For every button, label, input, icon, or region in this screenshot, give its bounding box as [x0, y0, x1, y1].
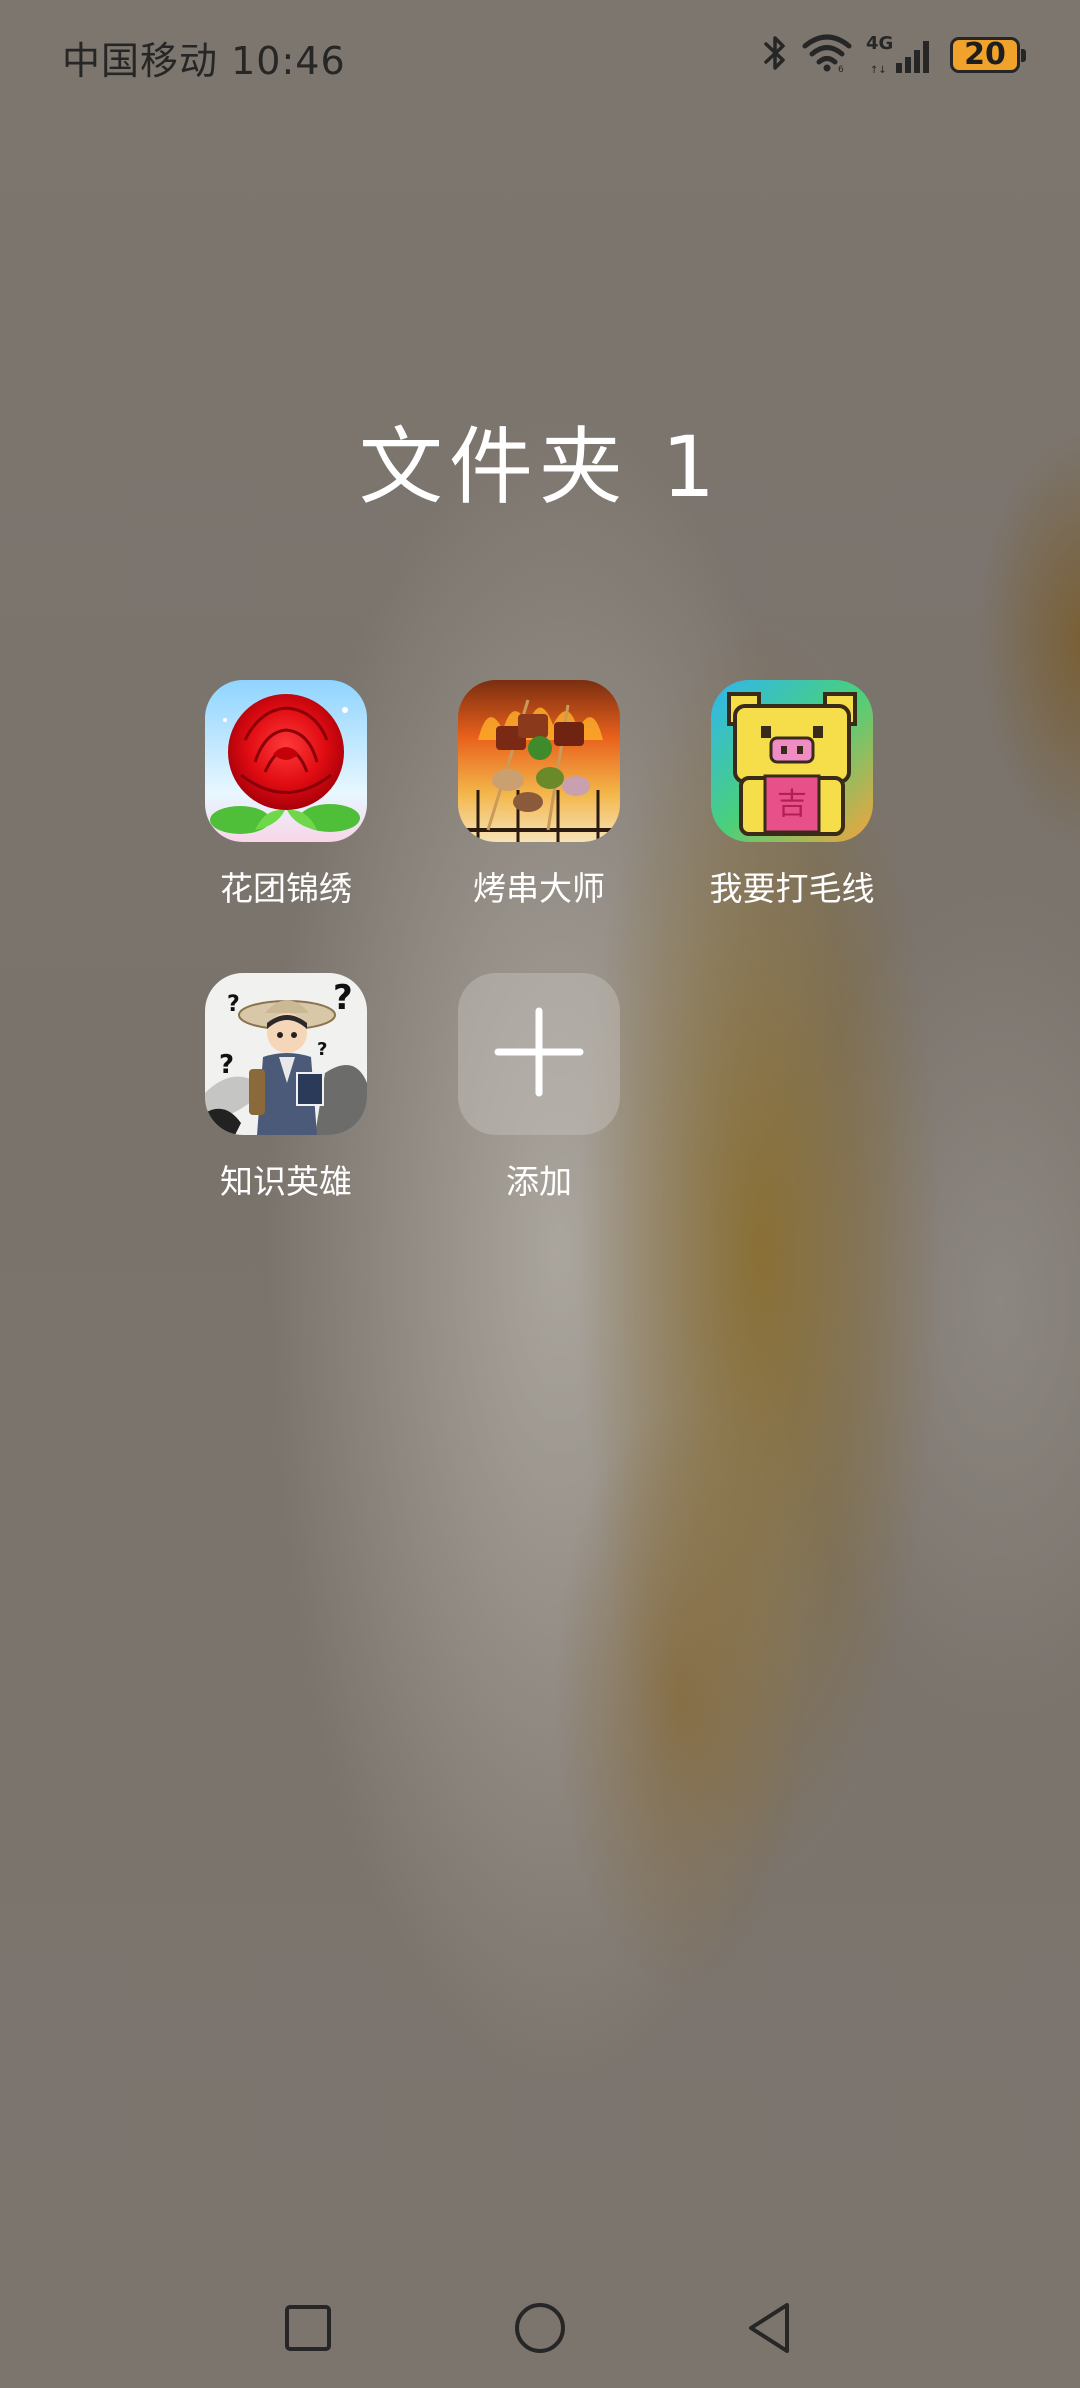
- carrier-name: 中国移动: [62, 39, 219, 83]
- svg-text:6: 6: [838, 65, 844, 73]
- app-huatuanjinxiu[interactable]: 花团锦绣: [186, 680, 386, 910]
- folder-title[interactable]: 文件夹 1: [0, 400, 1080, 521]
- home-circle-icon: [513, 2301, 567, 2359]
- home-button[interactable]: [500, 2290, 580, 2370]
- svg-text:吉: 吉: [777, 787, 807, 822]
- add-tile[interactable]: [458, 973, 620, 1135]
- app-label: 烤串大师: [473, 869, 605, 908]
- skewer-app-icon[interactable]: [458, 680, 620, 842]
- svg-text:?: ?: [219, 1050, 234, 1080]
- battery-level: 20: [964, 37, 1006, 72]
- status-bar: 中国移动 10:46 6 4G ↑↓ 20: [0, 0, 1080, 110]
- clock: 10:46: [231, 39, 346, 83]
- app-kaochuandashi[interactable]: 烤串大师: [439, 680, 639, 910]
- navigation-bar: [0, 2290, 1080, 2370]
- pixel-pig-app-icon[interactable]: 吉: [711, 680, 873, 842]
- add-app-button[interactable]: 添加: [439, 973, 639, 1203]
- svg-text:?: ?: [317, 1039, 327, 1060]
- app-woyaodamaoxian[interactable]: 吉 我要打毛线: [692, 680, 892, 910]
- plus-icon: [494, 1007, 584, 1101]
- wifi-icon: 6: [802, 33, 852, 77]
- app-label: 我要打毛线: [709, 869, 875, 908]
- back-triangle-icon: [745, 2301, 795, 2359]
- svg-text:?: ?: [227, 992, 240, 1017]
- battery-icon: 20: [950, 37, 1026, 73]
- app-label: 花团锦绣: [220, 869, 352, 908]
- back-button[interactable]: [730, 2290, 810, 2370]
- cellular-signal-icon: 4G ↑↓: [866, 33, 936, 75]
- recents-square-icon: [283, 2303, 333, 2357]
- carrier-time: 中国移动 10:46: [62, 30, 346, 85]
- svg-text:↑↓: ↑↓: [870, 65, 887, 75]
- app-label: 知识英雄: [220, 1162, 352, 1201]
- status-icons: 6 4G ↑↓ 20: [762, 30, 1026, 80]
- bluetooth-icon: [762, 33, 788, 77]
- scholar-app-icon[interactable]: ? ? ? ?: [205, 973, 367, 1135]
- add-label: 添加: [506, 1162, 572, 1201]
- app-zhishiyingxiong[interactable]: ? ? ? ? 知识英雄: [186, 973, 386, 1203]
- svg-text:?: ?: [333, 978, 353, 1018]
- rose-app-icon[interactable]: [205, 680, 367, 842]
- recents-button[interactable]: [268, 2290, 348, 2370]
